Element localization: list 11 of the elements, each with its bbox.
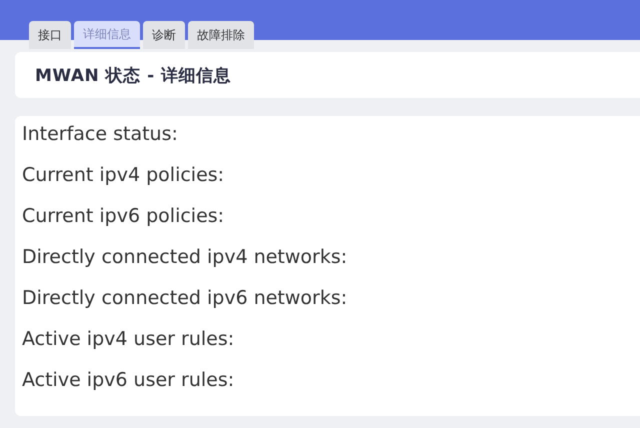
status-label: Current ipv6 policies: [22, 204, 226, 229]
status-label: Active ipv4 user rules: [22, 327, 236, 352]
status-label: Active ipv6 user rules: [22, 368, 236, 393]
tab[interactable]: 接口 [29, 21, 71, 49]
page-title: MWAN 状态 - 详细信息 [35, 64, 232, 86]
status-label: Directly connected ipv6 networks: [22, 286, 348, 311]
status-label: Current ipv4 policies: [22, 163, 226, 188]
tab[interactable]: 故障排除 [188, 21, 254, 49]
status-label: Interface status: [22, 122, 179, 147]
status-label: Directly connected ipv4 networks: [22, 245, 348, 270]
tab[interactable]: 诊断 [143, 21, 185, 49]
